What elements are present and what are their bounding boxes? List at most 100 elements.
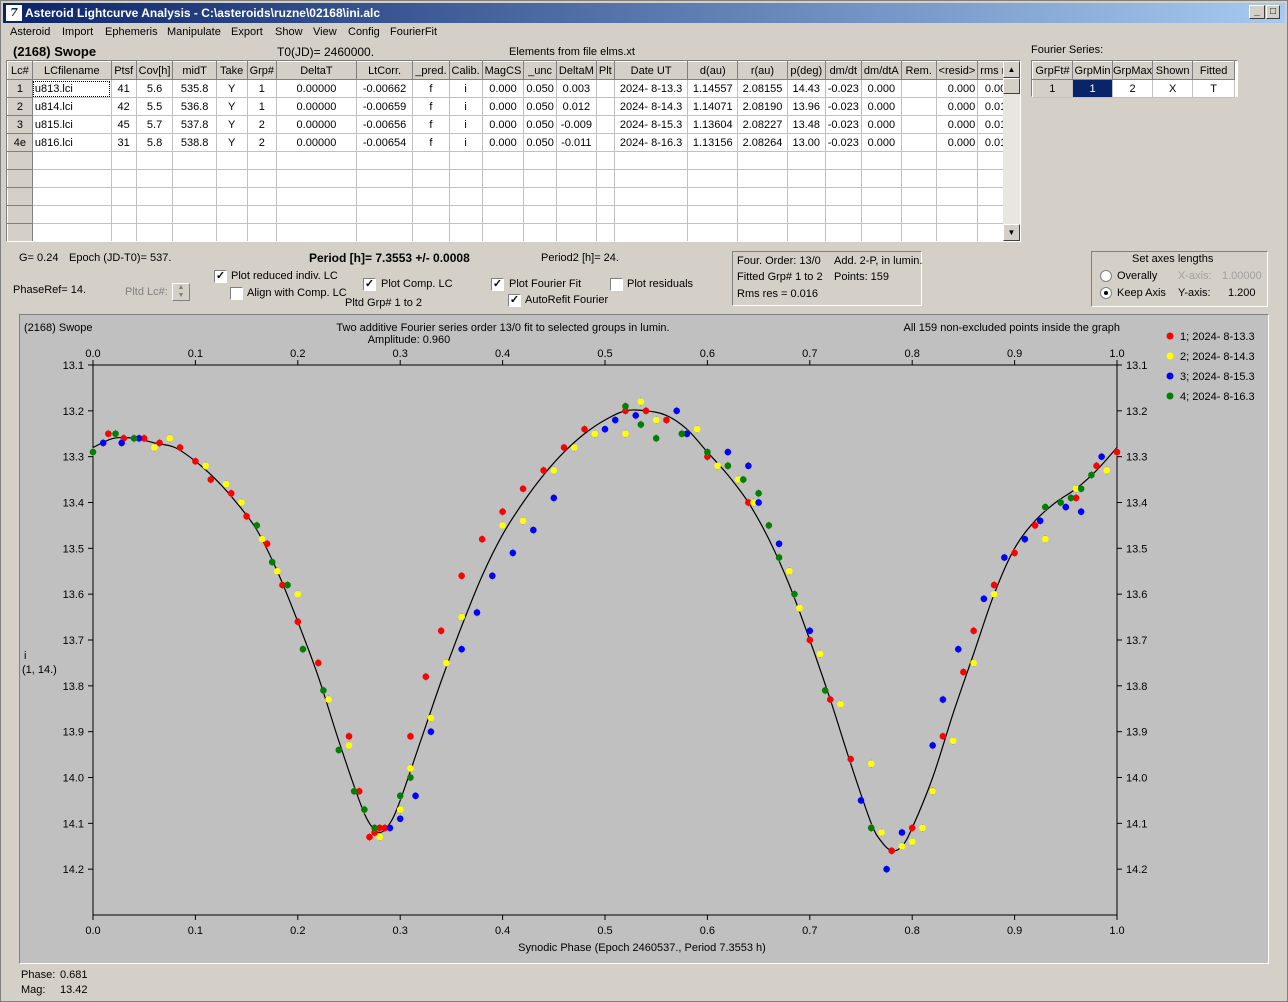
table-cell[interactable]: [687, 169, 739, 188]
table-cell[interactable]: 4e: [7, 133, 33, 152]
table-cell[interactable]: [216, 223, 248, 241]
table-cell[interactable]: [936, 169, 979, 188]
table-cell[interactable]: [7, 223, 33, 241]
table-cell[interactable]: 1: [247, 97, 278, 116]
table-cell[interactable]: [482, 223, 525, 241]
table-cell[interactable]: [111, 205, 137, 224]
table-cell[interactable]: [556, 223, 597, 241]
column-header[interactable]: Cov[h]: [135, 61, 174, 80]
table-cell[interactable]: [482, 187, 525, 206]
table-cell[interactable]: 0.000: [482, 97, 525, 116]
table-cell[interactable]: [737, 223, 788, 241]
y-axis-value[interactable]: 1.200: [1228, 287, 1256, 299]
table-cell[interactable]: 537.8: [172, 115, 217, 134]
table-cell[interactable]: [523, 223, 557, 241]
column-header[interactable]: d(au): [687, 61, 739, 80]
scroll-down-icon[interactable]: ▼: [1003, 224, 1020, 241]
table-cell[interactable]: [596, 115, 615, 134]
table-cell[interactable]: 0.000: [936, 115, 979, 134]
table-cell[interactable]: 0.000: [861, 97, 902, 116]
table-scrollbar[interactable]: ▲ ▼: [1003, 61, 1020, 241]
table-cell[interactable]: [523, 205, 557, 224]
table-cell[interactable]: 3: [7, 115, 33, 134]
table-cell[interactable]: 0.00000: [276, 97, 357, 116]
fourier-row[interactable]: 112XT: [1032, 79, 1236, 98]
table-cell[interactable]: [901, 133, 937, 152]
table-cell[interactable]: 0.000: [482, 115, 525, 134]
menu-import[interactable]: Import: [62, 26, 93, 38]
table-cell[interactable]: [449, 187, 483, 206]
table-cell[interactable]: f: [412, 79, 450, 98]
column-header[interactable]: Date UT: [613, 61, 689, 80]
table-cell[interactable]: -0.00659: [356, 97, 414, 116]
table-cell[interactable]: [687, 205, 739, 224]
table-cell[interactable]: 45: [111, 115, 137, 134]
table-cell[interactable]: [861, 151, 902, 170]
table-row[interactable]: 3 u815.lci 45 5.7 537.8 Y 2 0.00000 -0.00656 f i 0.…: [7, 115, 1020, 134]
table-cell[interactable]: [172, 223, 217, 241]
column-header[interactable]: Lc#: [7, 61, 33, 80]
table-cell[interactable]: [449, 169, 483, 188]
table-cell[interactable]: [787, 151, 826, 170]
table-cell[interactable]: [136, 169, 174, 188]
scroll-up-icon[interactable]: ▲: [1003, 61, 1020, 78]
x-axis-value[interactable]: 1.00000: [1222, 270, 1262, 282]
table-cell[interactable]: [596, 151, 615, 170]
table-cell[interactable]: [32, 205, 112, 224]
table-cell[interactable]: [276, 151, 357, 170]
table-cell[interactable]: [172, 169, 217, 188]
table-cell[interactable]: 0.050: [523, 115, 557, 134]
plot-comp-checkbox[interactable]: ✓: [363, 278, 376, 291]
fourier-column-header[interactable]: Fitted: [1192, 61, 1236, 80]
table-cell[interactable]: [172, 187, 217, 206]
table-row[interactable]: 4e u816.lci 31 5.8 538.8 Y 2 0.00000 -0.00654 f i 0…: [7, 133, 1020, 152]
table-cell[interactable]: 0.050: [523, 79, 557, 98]
table-cell[interactable]: 535.8: [172, 79, 217, 98]
table-cell[interactable]: [482, 151, 525, 170]
table-cell[interactable]: 2024- 8-14.3: [614, 97, 689, 116]
column-header[interactable]: <resid>: [935, 61, 979, 80]
table-cell[interactable]: f: [412, 133, 450, 152]
overally-radio[interactable]: [1100, 270, 1112, 282]
table-cell[interactable]: 1: [7, 79, 33, 98]
table-cell[interactable]: 0.000: [861, 133, 902, 152]
table-cell[interactable]: -0.023: [825, 97, 862, 116]
table-cell[interactable]: [32, 169, 112, 188]
fourier-column-header[interactable]: GrpMax: [1111, 61, 1154, 80]
table-cell[interactable]: [32, 187, 112, 206]
table-cell[interactable]: [901, 115, 937, 134]
fourier-cell[interactable]: T: [1192, 79, 1236, 98]
column-header[interactable]: Calib.: [448, 61, 483, 80]
table-cell[interactable]: 2.08227: [737, 115, 788, 134]
fourier-column-header[interactable]: GrpFt#: [1032, 61, 1073, 80]
table-cell[interactable]: [7, 169, 33, 188]
table-cell[interactable]: [136, 187, 174, 206]
table-cell[interactable]: [556, 151, 597, 170]
table-cell[interactable]: 0.003: [556, 79, 597, 98]
table-cell[interactable]: [596, 79, 615, 98]
table-cell[interactable]: [614, 169, 689, 188]
table-cell[interactable]: [247, 187, 278, 206]
table-cell[interactable]: 0.000: [936, 133, 979, 152]
table-cell[interactable]: u813.lci: [32, 79, 112, 98]
column-header[interactable]: _unc: [523, 61, 557, 80]
table-cell[interactable]: [787, 223, 826, 241]
table-cell[interactable]: [276, 223, 357, 241]
pltd-lc-spinner[interactable]: ▲ ▼: [172, 283, 190, 301]
table-row-empty[interactable]: [7, 169, 1020, 188]
table-cell[interactable]: [825, 187, 862, 206]
table-cell[interactable]: [861, 205, 902, 224]
table-cell[interactable]: [687, 151, 739, 170]
table-cell[interactable]: [596, 223, 615, 241]
table-cell[interactable]: [172, 151, 217, 170]
table-cell[interactable]: 0.050: [523, 97, 557, 116]
table-cell[interactable]: [449, 205, 483, 224]
menu-asteroid[interactable]: Asteroid: [10, 26, 50, 38]
table-cell[interactable]: [556, 187, 597, 206]
table-cell[interactable]: [596, 133, 615, 152]
table-cell[interactable]: 1: [247, 79, 278, 98]
table-cell[interactable]: [901, 223, 937, 241]
table-cell[interactable]: 2: [247, 133, 278, 152]
column-header[interactable]: dm/dt: [824, 61, 862, 80]
table-cell[interactable]: [276, 169, 357, 188]
